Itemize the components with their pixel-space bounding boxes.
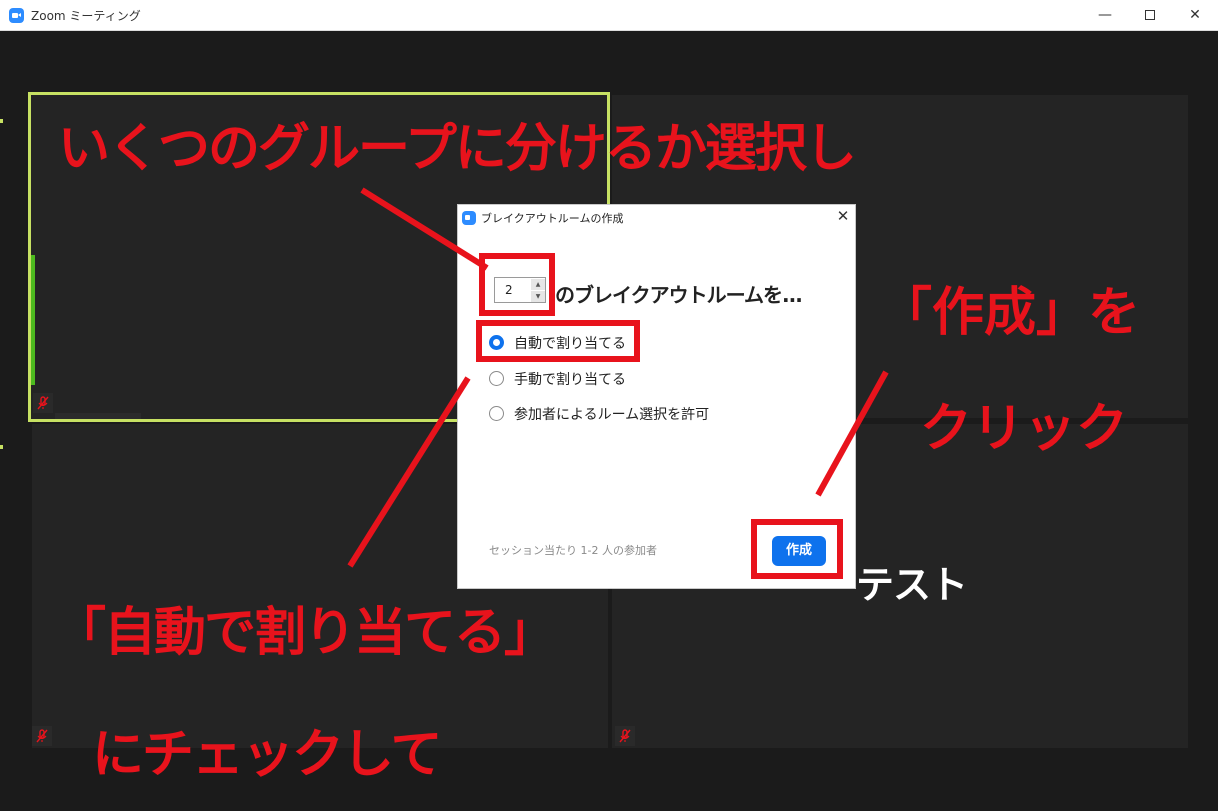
screen: Zoom ミーティング — ✕ テスト ブレイクアウトルームの作成 ✕ 2 ▲ … [0,0,1218,811]
close-icon: ✕ [1189,7,1201,23]
participant-name-strip [55,413,141,419]
maximize-button[interactable] [1127,0,1173,31]
annotation-check-it: にチェックして [92,725,442,785]
dialog-title: ブレイクアウトルームの作成 [481,212,624,225]
room-count-label: のブレイクアウトルームを... [555,283,803,307]
highlight-create-button [751,519,843,579]
annotation-click: クリック [920,399,1129,459]
microphone-muted-icon [33,393,53,413]
minimize-icon: — [1098,7,1112,23]
window-close-button[interactable]: ✕ [1172,0,1218,31]
annotation-create-quote: 「作成」を [880,283,1141,343]
highlight-room-count [479,253,555,316]
window-titlebar: Zoom ミーティング — ✕ [0,0,1218,31]
radio-button[interactable] [489,371,504,386]
zoom-app-icon [9,8,24,23]
self-select-option[interactable]: 参加者によるルーム選択を許可 [489,402,729,424]
annotation-choose-groups: いくつのグループに分けるか選択し [58,119,857,179]
microphone-muted-icon [32,726,52,746]
zoom-app-icon [462,211,476,225]
self-select-label: 参加者によるルーム選択を許可 [514,407,710,423]
manual-assign-option[interactable]: 手動で割り当てる [489,367,639,389]
left-edge-marker [0,445,3,449]
speaking-indicator [31,255,35,385]
annotation-auto-assign-quote: 「自動で割り当てる」 [54,603,556,663]
dialog-close-button[interactable]: ✕ [834,207,852,225]
radio-button[interactable] [489,406,504,421]
window-title: Zoom ミーティング [31,9,141,23]
left-edge-marker [0,119,3,123]
highlight-auto-assign [476,320,640,362]
microphone-muted-icon [615,726,635,746]
maximize-icon [1145,10,1155,20]
minimize-button[interactable]: — [1082,0,1128,31]
participants-per-session: セッション当たり 1-2 人の参加者 [489,544,657,557]
manual-assign-label: 手動で割り当てる [514,372,626,388]
participant-name: テスト [856,563,968,607]
